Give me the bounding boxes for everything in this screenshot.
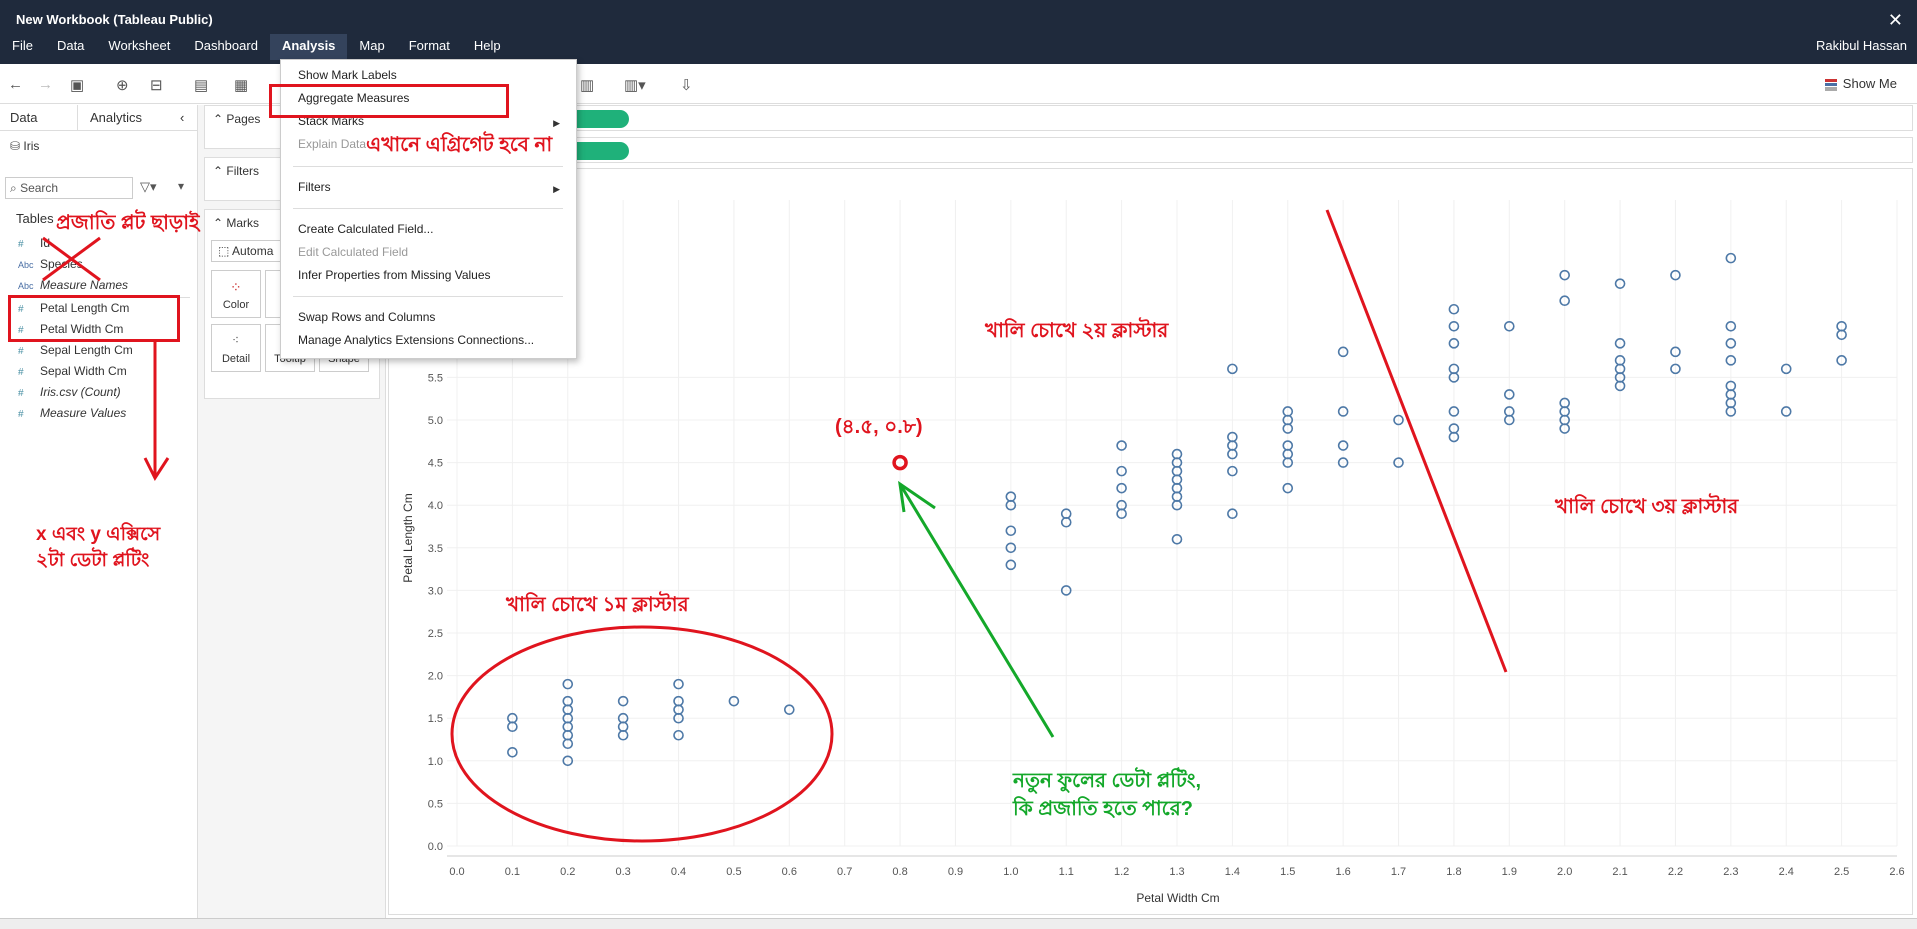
y-tick-label: 4.0: [428, 500, 443, 512]
x-tick-label: 0.3: [616, 866, 631, 878]
x-tick-label: 2.3: [1723, 866, 1738, 878]
menu-item-explain-data: Explain Data: [298, 137, 367, 151]
annotation-species: প্রজাতি প্লট ছাড়াই: [56, 212, 200, 234]
y-tick-label: 2.5: [428, 628, 443, 640]
menu-item-swap-rows-columns[interactable]: Swap Rows and Columns: [298, 310, 435, 324]
x-tick-label: 1.2: [1114, 866, 1129, 878]
x-tick-label: 0.6: [782, 866, 797, 878]
y-tick-label: 1.5: [428, 713, 443, 725]
menu-item-manage-extensions[interactable]: Manage Analytics Extensions Connections.…: [298, 333, 534, 347]
gridlines: [447, 200, 1898, 857]
x-tick-label: 1.9: [1502, 866, 1517, 878]
y-tick-label: 3.5: [428, 543, 443, 555]
y-axis-label: Petal Length Cm: [401, 493, 415, 582]
annotation-cluster3: খালি চোখে ৩য় ক্লাস্টার: [1555, 496, 1739, 518]
x-axis-ticks: 0.0 0.1 0.2 0.3 0.4 0.5 0.6 0.7 0.8 0.9 1.0 1.1 1.2 1…: [449, 866, 1904, 878]
x-tick-label: 0.7: [837, 866, 852, 878]
y-tick-label: 5.0: [428, 415, 443, 427]
menu-separator: [293, 208, 563, 209]
y-tick-label: 1.0: [428, 756, 443, 768]
aggregate-highlight-box: [269, 84, 509, 118]
annotation-no-aggregate: এখানে এগ্রিগেট হবে না: [366, 134, 553, 156]
menu-item-show-mark-labels[interactable]: Show Mark Labels: [298, 68, 397, 82]
x-tick-label: 1.4: [1225, 866, 1240, 878]
y-tick-label: 5.5: [428, 372, 443, 384]
annotation-cluster1: খালি চোখে ১ম ক্লাস্টার: [506, 594, 689, 616]
y-tick-label: 4.5: [428, 458, 443, 470]
x-tick-label: 2.1: [1612, 866, 1627, 878]
submenu-arrow-icon: ▶: [553, 118, 560, 128]
x-tick-label: 0.8: [892, 866, 907, 878]
annotation-new-flower-line2: কি প্রজাতি হতে পারে?: [1013, 798, 1193, 820]
x-tick-label: 1.3: [1169, 866, 1184, 878]
y-tick-label: 0.0: [428, 841, 443, 853]
menu-item-filters[interactable]: Filters: [298, 180, 331, 194]
x-tick-label: 2.2: [1668, 866, 1683, 878]
x-tick-label: 2.5: [1834, 866, 1849, 878]
tableau-window: New Workbook (Tableau Public) ✕ File Dat…: [0, 0, 1917, 929]
x-tick-label: 2.4: [1779, 866, 1794, 878]
menu-item-infer-properties[interactable]: Infer Properties from Missing Values: [298, 268, 491, 282]
submenu-arrow-icon: ▶: [553, 184, 560, 194]
x-tick-label: 0.2: [560, 866, 575, 878]
y-tick-label: 2.0: [428, 671, 443, 683]
x-tick-label: 0.1: [505, 866, 520, 878]
x-tick-label: 2.6: [1889, 866, 1904, 878]
x-tick-label: 1.7: [1391, 866, 1406, 878]
menu-separator: [293, 296, 563, 297]
menu-item-create-calculated-field[interactable]: Create Calculated Field...: [298, 222, 433, 236]
x-axis-label: Petal Width Cm: [1136, 891, 1219, 905]
annotation-xy-line2: ২টা ডেটা প্লটিং: [36, 550, 150, 571]
x-tick-label: 1.1: [1059, 866, 1074, 878]
x-tick-label: 0.4: [671, 866, 686, 878]
x-tick-label: 1.6: [1336, 866, 1351, 878]
x-tick-label: 1.5: [1280, 866, 1295, 878]
y-tick-label: 3.0: [428, 585, 443, 597]
fields-highlight-box: [8, 295, 180, 342]
x-tick-label: 2.0: [1557, 866, 1572, 878]
menu-separator: [293, 166, 563, 167]
x-tick-label: 0.5: [726, 866, 741, 878]
annotation-new-point: (৪.৫, ০.৮): [835, 416, 923, 438]
y-axis-ticks: 0.0 0.5 1.0 1.5 2.0 2.5 3.0 3.5 4.0 4.5 5.0 5.5: [428, 372, 443, 853]
annotation-cluster2: খালি চোখে ২য় ক্লাস্টার: [985, 320, 1169, 342]
x-tick-label: 1.0: [1003, 866, 1018, 878]
y-tick-label: 0.5: [428, 798, 443, 810]
menu-item-edit-calculated-field: Edit Calculated Field: [298, 245, 409, 259]
x-tick-label: 0.9: [948, 866, 963, 878]
x-tick-label: 1.8: [1446, 866, 1461, 878]
x-tick-label: 0.0: [449, 866, 464, 878]
